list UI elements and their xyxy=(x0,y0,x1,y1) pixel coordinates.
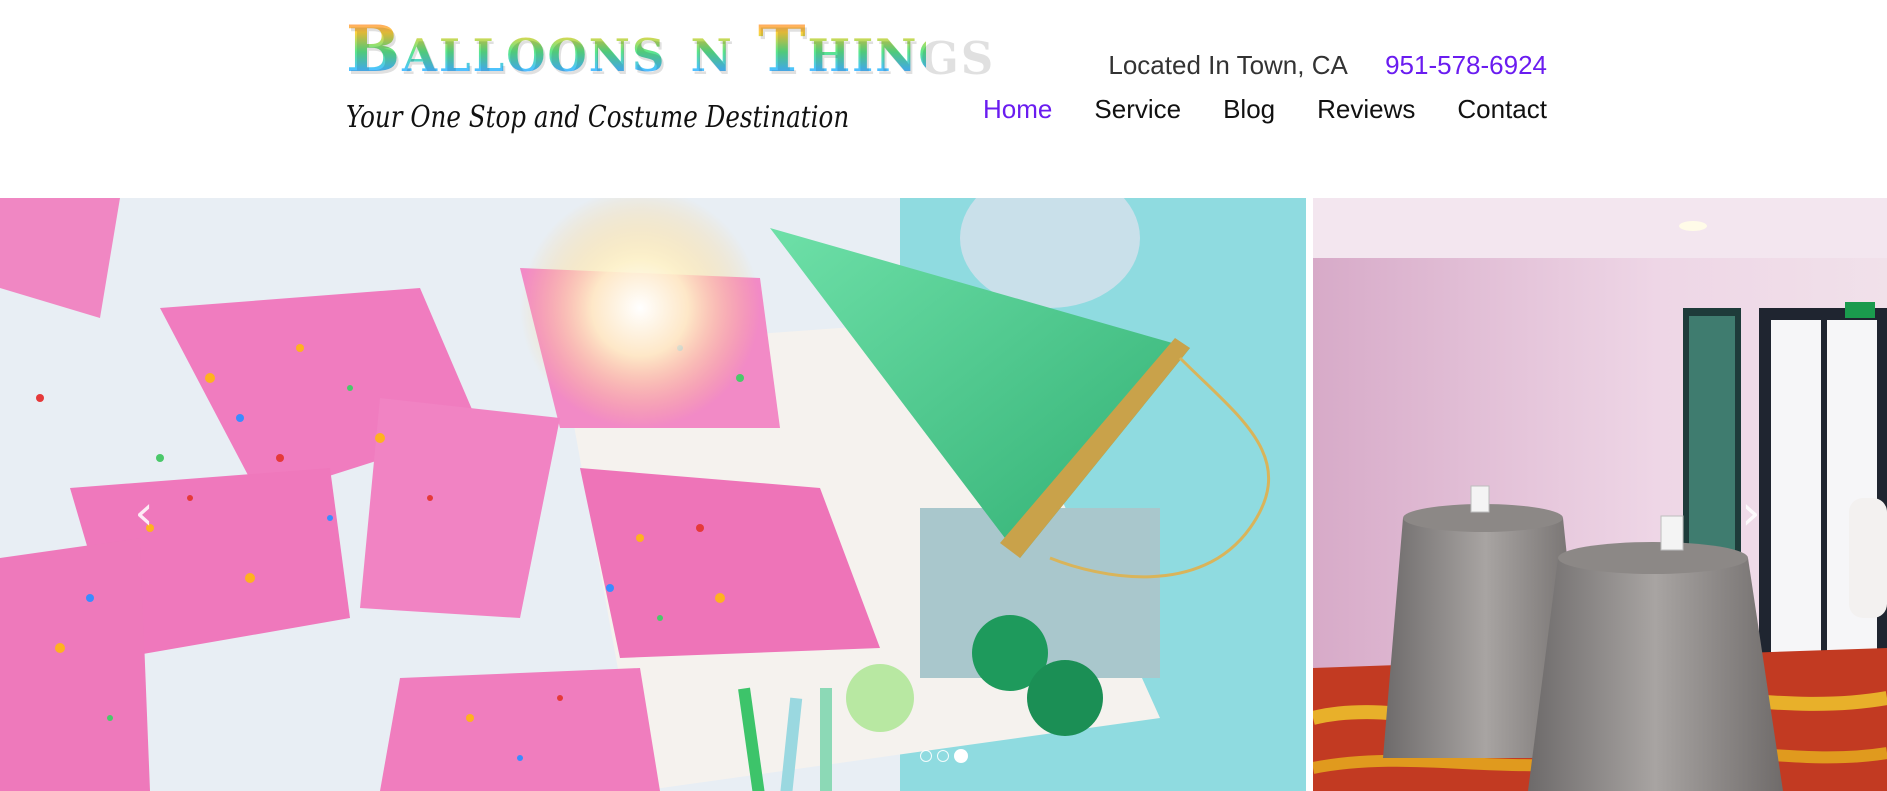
chevron-right-icon: › xyxy=(1741,485,1761,541)
nav-contact[interactable]: Contact xyxy=(1457,94,1547,125)
slider-dot-1[interactable] xyxy=(920,750,932,762)
nav-home[interactable]: Home xyxy=(983,94,1052,125)
slider-dot-3[interactable] xyxy=(954,749,968,763)
site-logo[interactable]: Balloons n Things xyxy=(346,10,991,90)
slider-dot-2[interactable] xyxy=(937,750,949,762)
hero-slider: ‹ › xyxy=(0,198,1887,791)
nav-blog[interactable]: Blog xyxy=(1223,94,1275,125)
logo-text: Balloons n Things xyxy=(346,10,991,90)
contact-line: Located In Town, CA 951-578-6924 xyxy=(1108,50,1547,81)
nav-reviews[interactable]: Reviews xyxy=(1317,94,1415,125)
chevron-left-icon: ‹ xyxy=(134,485,154,541)
banquet-room-illustration xyxy=(1313,198,1887,791)
slide-banquet-room-image xyxy=(1313,198,1887,791)
phone-link[interactable]: 951-578-6924 xyxy=(1385,50,1547,80)
site-tagline: Your One Stop and Costume Destination xyxy=(346,100,850,135)
party-sprinkles-illustration xyxy=(0,198,1306,791)
location-text: Located In Town, CA xyxy=(1108,50,1348,80)
nav-service[interactable]: Service xyxy=(1094,94,1181,125)
slider-dots xyxy=(920,749,968,763)
site-header: Balloons n Things Your One Stop and Cost… xyxy=(0,0,1887,198)
slider-next-button[interactable]: › xyxy=(1731,488,1771,538)
slider-prev-button[interactable]: ‹ xyxy=(124,488,164,538)
main-nav: Home Service Blog Reviews Contact xyxy=(983,94,1547,125)
slide-party-sprinkles-image xyxy=(0,198,1306,791)
